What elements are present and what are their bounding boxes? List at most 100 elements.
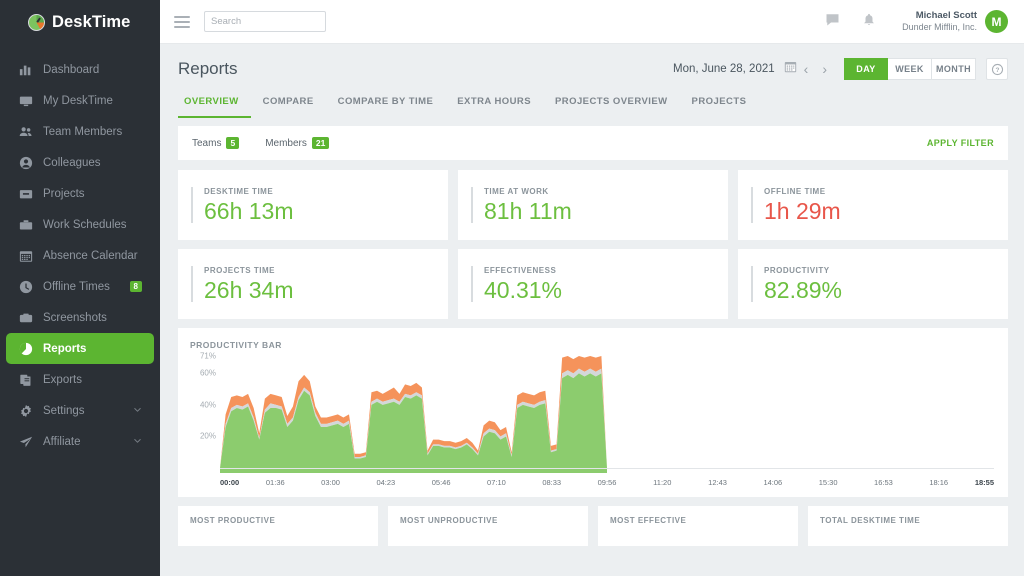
sidebar-item-label: Reports — [43, 343, 142, 355]
brand-name: DeskTime — [52, 13, 130, 32]
x-axis-tick: 08:33 — [542, 478, 561, 487]
bottom-card-most-unproductive: MOST UNPRODUCTIVE — [388, 506, 588, 546]
help-button[interactable]: ? — [986, 58, 1008, 80]
stat-card-projects-time: PROJECTS TIME26h 34m — [178, 249, 448, 319]
filter-members[interactable]: Members 21 — [265, 137, 329, 150]
chat-bubble-icon[interactable] — [825, 12, 840, 32]
date-controls: Mon, June 28, 2021 — [673, 58, 1008, 80]
apply-filter-button[interactable]: APPLY FILTER — [927, 138, 994, 148]
user-org: Dunder Mifflin, Inc. — [902, 22, 977, 33]
tab-compare[interactable]: COMPARE — [251, 88, 326, 118]
y-axis-tick: 71% — [200, 352, 216, 361]
sidebar-item-exports[interactable]: Exports — [6, 364, 154, 395]
chevron-down-icon[interactable] — [133, 436, 142, 448]
sidebar-item-reports[interactable]: Reports — [6, 333, 154, 364]
bottom-cards-row: MOST PRODUCTIVE MOST UNPRODUCTIVE MOST EFF… — [178, 506, 1008, 546]
bottom-card-label: TOTAL DESKTIME TIME — [820, 516, 1008, 525]
chart-area: 20%40%60%71% — [190, 356, 994, 468]
filter-bar: Teams 5 Members 21 APPLY FILTER — [178, 126, 1008, 160]
x-axis-tick: 03:00 — [321, 478, 340, 487]
report-tabs: OVERVIEWCOMPARECOMPARE BY TIMEEXTRA HOUR… — [160, 86, 1024, 118]
tab-projects[interactable]: PROJECTS — [680, 88, 759, 118]
question-mark-icon: ? — [991, 63, 1004, 76]
sidebar-item-work-schedules[interactable]: Work Schedules — [6, 209, 154, 240]
sidebar-item-dashboard[interactable]: Dashboard — [6, 54, 154, 85]
stat-inner: PROJECTS TIME26h 34m — [191, 266, 294, 302]
clock-icon — [18, 279, 33, 294]
chevron-down-icon[interactable] — [133, 405, 142, 417]
camera-icon — [18, 310, 33, 325]
period-week-button[interactable]: WEEK — [888, 58, 932, 80]
bar-chart-icon — [18, 62, 33, 77]
pie-chart-icon — [18, 341, 33, 356]
tab-compare-by-time[interactable]: COMPARE BY TIME — [326, 88, 446, 118]
chevron-left-icon[interactable]: ‹ — [797, 62, 816, 76]
sidebar-item-label: Settings — [43, 405, 123, 417]
stat-value: 66h 13m — [204, 200, 294, 223]
x-axis-tick: 09:56 — [598, 478, 617, 487]
sidebar-item-screenshots[interactable]: Screenshots — [6, 302, 154, 333]
paper-plane-icon — [18, 434, 33, 449]
filter-teams-count: 5 — [226, 137, 239, 150]
topbar: Michael Scott Dunder Mifflin, Inc. M — [160, 0, 1024, 44]
sidebar-item-label: Screenshots — [43, 312, 142, 324]
bottom-card-label: MOST EFFECTIVE — [610, 516, 798, 525]
y-axis-tick: 60% — [200, 369, 216, 378]
stat-inner: TIME AT WORK81h 11m — [471, 187, 572, 223]
stat-value: 81h 11m — [484, 200, 572, 223]
sidebar-item-label: Colleagues — [43, 157, 142, 169]
x-axis-tick: 01:36 — [266, 478, 285, 487]
search-input[interactable] — [211, 16, 343, 27]
stat-inner: EFFECTIVENESS 40.31% — [471, 266, 562, 302]
bottom-card-most-effective: MOST EFFECTIVE — [598, 506, 798, 546]
tab-projects-overview[interactable]: PROJECTS OVERVIEW — [543, 88, 680, 118]
search-box[interactable] — [204, 11, 326, 32]
stat-card-desktime-time: DESKTIME TIME 66h 13m — [178, 170, 448, 240]
period-month-button[interactable]: MONTH — [932, 58, 976, 80]
sidebar-item-colleagues[interactable]: Colleagues — [6, 147, 154, 178]
sidebar-item-absence-calendar[interactable]: Absence Calendar — [6, 240, 154, 271]
sidebar-item-label: Projects — [43, 188, 142, 200]
desktime-clock-logo-icon — [28, 14, 45, 31]
tab-overview[interactable]: OVERVIEW — [178, 88, 251, 118]
sidebar-item-label: Absence Calendar — [43, 250, 142, 262]
sidebar-item-my-desktime[interactable]: My DeskTime — [6, 85, 154, 116]
brand-logo[interactable]: DeskTime — [0, 0, 160, 44]
avatar[interactable]: M — [985, 10, 1008, 33]
stat-label: EFFECTIVENESS — [484, 266, 562, 275]
stat-label: DESKTIME TIME — [204, 187, 294, 196]
stat-cards-row-2: PROJECTS TIME26h 34mEFFECTIVENESS40.31%P… — [178, 249, 1008, 319]
page-title: Reports — [178, 59, 238, 79]
x-axis-tick: 15:30 — [819, 478, 838, 487]
x-axis-tick: 18:16 — [929, 478, 948, 487]
bell-icon[interactable] — [862, 12, 876, 32]
gear-icon — [18, 403, 33, 418]
sidebar-item-label: Team Members — [43, 126, 142, 138]
sidebar-item-projects[interactable]: Projects — [6, 178, 154, 209]
stat-value: 82.89% — [764, 279, 842, 302]
x-axis-tick: 18:55 — [975, 478, 994, 487]
chart-title: PRODUCTIVITY BAR — [190, 340, 994, 350]
sidebar-item-badge: 8 — [130, 281, 142, 293]
x-axis-tick: 05:46 — [432, 478, 451, 487]
sidebar-item-offline-times[interactable]: Offline Times8 — [6, 271, 154, 302]
sidebar-item-settings[interactable]: Settings — [6, 395, 154, 426]
app-root: DeskTime DashboardMy DeskTime Team Member… — [0, 0, 1024, 576]
x-axis-tick: 12:43 — [708, 478, 727, 487]
user-menu[interactable]: Michael Scott Dunder Mifflin, Inc. M — [902, 10, 1008, 33]
calendar-icon[interactable] — [784, 60, 797, 78]
sidebar-item-team-members[interactable]: Team Members — [6, 116, 154, 147]
stat-value: 40.31% — [484, 279, 562, 302]
user-names: Michael Scott Dunder Mifflin, Inc. — [902, 10, 977, 33]
bottom-card-label: MOST UNPRODUCTIVE — [400, 516, 588, 525]
x-axis-tick: 11:20 — [653, 478, 671, 487]
tab-extra-hours[interactable]: EXTRA HOURS — [445, 88, 543, 118]
bottom-card-most-productive: MOST PRODUCTIVE — [178, 506, 378, 546]
filter-teams[interactable]: Teams 5 — [192, 137, 239, 150]
stat-inner: DESKTIME TIME 66h 13m — [191, 187, 294, 223]
hamburger-icon[interactable] — [174, 16, 190, 28]
period-day-button[interactable]: DAY — [844, 58, 888, 80]
sidebar-item-label: Work Schedules — [43, 219, 142, 231]
sidebar-item-affiliate[interactable]: Affiliate — [6, 426, 154, 457]
chevron-right-icon[interactable]: › — [815, 62, 834, 76]
